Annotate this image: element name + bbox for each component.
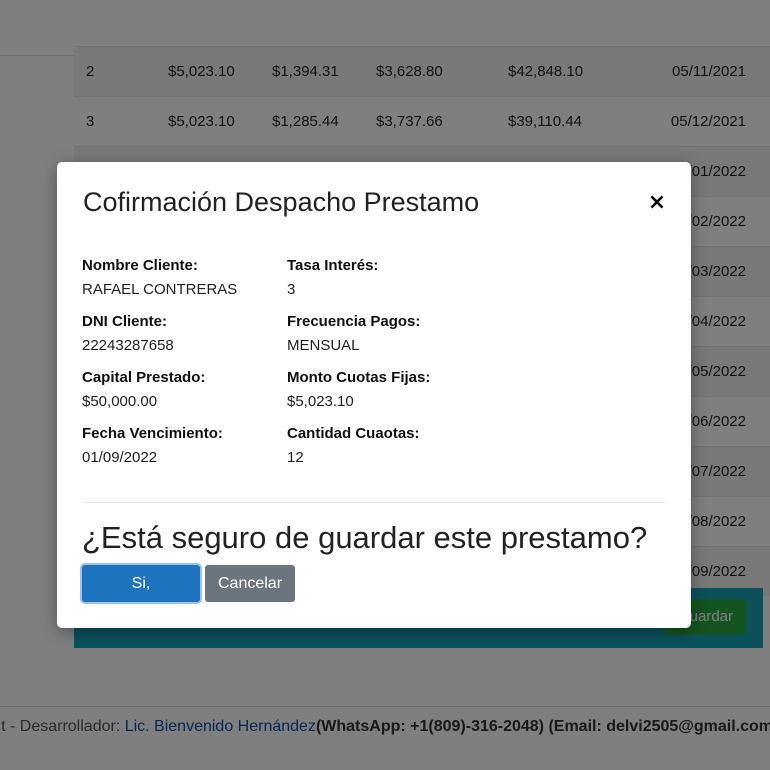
field-label: DNI Cliente: [82,313,168,330]
field-value: $50,000.00 [82,393,158,410]
field-label: Frecuencia Pagos: [287,313,421,330]
field-frecuencia-pagos: Frecuencia Pagos: MENSUAL [287,313,420,354]
field-value: $5,023.10 [287,393,354,410]
field-tasa-interes: Tasa Interés: 3 [287,257,378,298]
field-value: MENSUAL [287,337,360,354]
field-value: 01/09/2022 [82,449,158,466]
field-cantidad-cuotas: Cantidad Cuaotas: 12 [287,425,420,466]
modal-divider [83,502,665,503]
field-dni-cliente: DNI Cliente: 22243287658 [82,313,174,354]
field-monto-cuotas-fijas: Monto Cuotas Fijas: $5,023.10 [287,369,430,410]
field-capital-prestado: Capital Prestado: $50,000.00 [82,369,205,410]
modal-title: Cofirmación Despacho Prestamo [83,187,480,217]
field-label: Tasa Interés: [287,257,379,274]
field-label: Cantidad Cuaotas: [287,425,420,442]
field-value: 12 [287,449,304,466]
field-value: 3 [287,281,296,298]
close-icon[interactable]: × [647,191,667,215]
field-label: Monto Cuotas Fijas: [287,369,431,386]
confirmation-question: ¿Está seguro de guardar este prestamo? [82,520,648,555]
field-value: RAFAEL CONTRERAS [82,281,238,298]
field-label: Nombre Cliente: [82,257,198,274]
field-fecha-vencimiento: Fecha Vencimiento: 01/09/2022 [82,425,223,466]
field-nombre-cliente: Nombre Cliente: RAFAEL CONTRERAS [82,257,237,298]
field-label: Capital Prestado: [82,369,206,386]
confirmation-modal: Cofirmación Despacho Prestamo × Nombre C… [57,162,691,629]
cancel-button[interactable]: Cancelar [205,565,295,602]
confirm-button[interactable]: Si, Continuar [82,565,200,629]
field-label: Fecha Vencimiento: [82,425,223,442]
field-value: 22243287658 [82,337,174,354]
